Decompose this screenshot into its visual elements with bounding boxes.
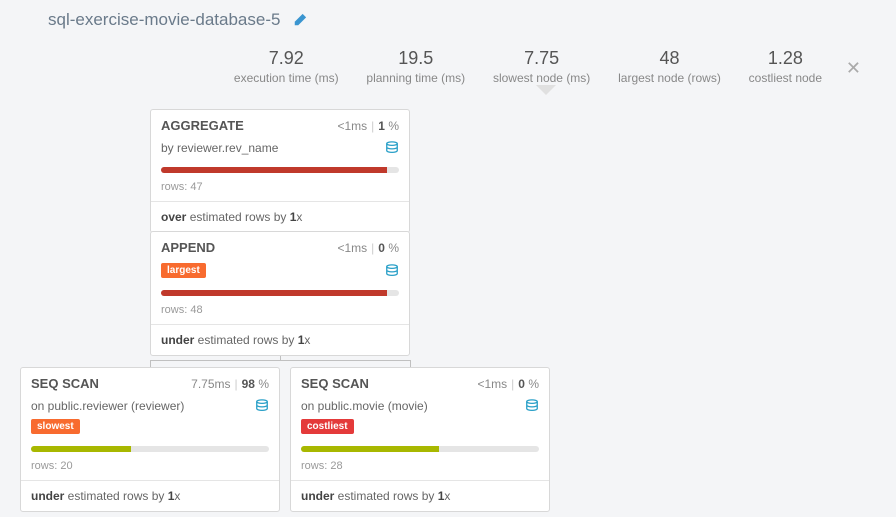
stat-execution-time: 7.92execution time (ms) — [234, 48, 339, 85]
node-stats: <1ms|0 % — [477, 377, 539, 391]
estimate-text: over estimated rows by 1x — [151, 201, 409, 232]
node-type: AGGREGATE — [161, 118, 244, 133]
progress-bar — [161, 167, 399, 173]
tag-slowest: slowest — [31, 419, 80, 434]
node-append[interactable]: APPEND <1ms|0 % largest rows: 48 under es… — [150, 231, 410, 356]
node-type: SEQ SCAN — [301, 376, 369, 391]
connector — [150, 360, 151, 367]
database-icon — [385, 141, 399, 155]
progress-bar — [301, 446, 539, 452]
node-seqscan-reviewer[interactable]: SEQ SCAN 7.75ms|98 % on public.reviewer (… — [20, 367, 280, 512]
node-subtitle: on public.reviewer (reviewer) — [31, 399, 184, 413]
database-icon — [525, 399, 539, 413]
estimate-text: under estimated rows by 1x — [151, 324, 409, 355]
estimate-text: under estimated rows by 1x — [21, 480, 279, 511]
progress-bar — [161, 290, 399, 296]
node-type: APPEND — [161, 240, 215, 255]
node-aggregate[interactable]: AGGREGATE <1ms|1 % by reviewer.rev_name r… — [150, 109, 410, 233]
database-icon — [385, 264, 399, 278]
rows-text: rows: 20 — [21, 456, 279, 480]
connector — [150, 360, 410, 361]
tag-largest: largest — [161, 263, 206, 278]
rows-text: rows: 47 — [151, 177, 409, 201]
estimate-text: under estimated rows by 1x — [291, 480, 549, 511]
close-icon[interactable]: ✕ — [846, 58, 861, 79]
stats-bar: 7.92execution time (ms) 19.5planning tim… — [220, 48, 836, 85]
progress-bar — [31, 446, 269, 452]
node-stats: 7.75ms|98 % — [191, 377, 269, 391]
node-subtitle: by reviewer.rev_name — [161, 141, 278, 155]
rows-text: rows: 28 — [291, 456, 549, 480]
tag-costliest: costliest — [301, 419, 354, 434]
stat-planning-time: 19.5planning time (ms) — [366, 48, 465, 85]
stat-costliest-node: 1.28costliest node — [749, 48, 822, 85]
node-stats: <1ms|0 % — [337, 241, 399, 255]
title-text: sql-exercise-movie-database-5 — [48, 10, 280, 29]
node-stats: <1ms|1 % — [337, 119, 399, 133]
pointer-icon — [536, 85, 556, 95]
node-type: SEQ SCAN — [31, 376, 99, 391]
node-subtitle: on public.movie (movie) — [301, 399, 428, 413]
stat-largest-node: 48largest node (rows) — [618, 48, 721, 85]
rows-text: rows: 48 — [151, 300, 409, 324]
stat-slowest-node: 7.75slowest node (ms) — [493, 48, 590, 85]
node-seqscan-movie[interactable]: SEQ SCAN <1ms|0 % on public.movie (movie)… — [290, 367, 550, 512]
connector — [410, 360, 411, 367]
edit-icon[interactable] — [293, 13, 307, 27]
database-icon — [255, 399, 269, 413]
page-title: sql-exercise-movie-database-5 — [48, 10, 307, 30]
